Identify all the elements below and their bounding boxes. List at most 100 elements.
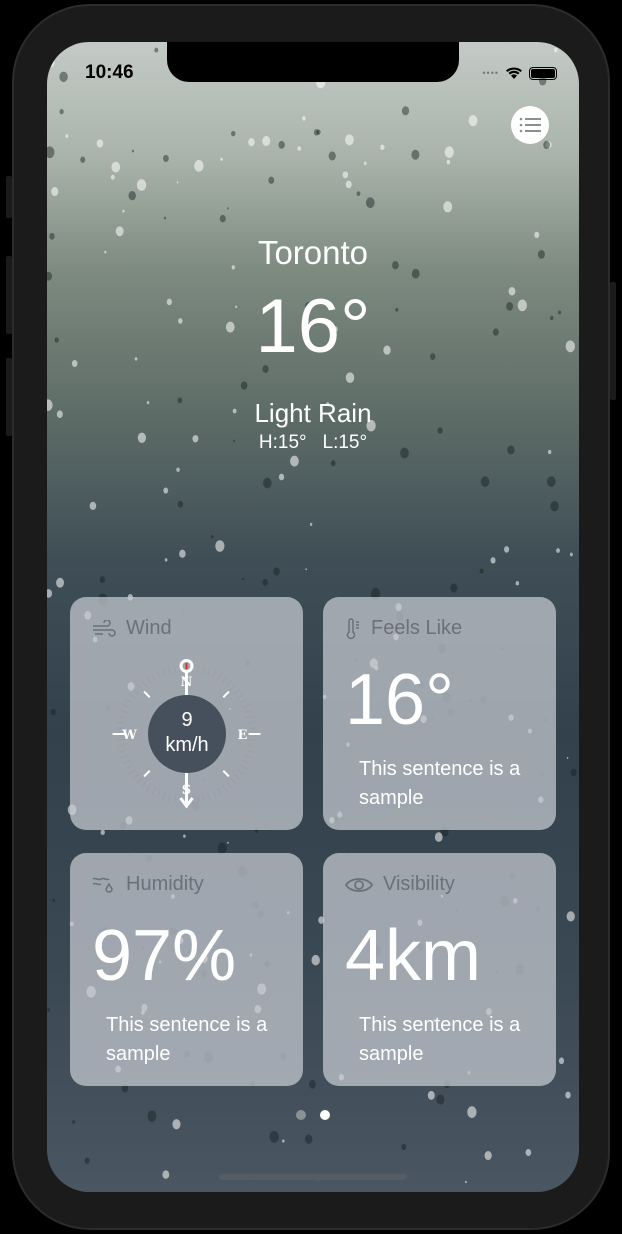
compass-tick	[212, 670, 217, 679]
compass-tick	[173, 794, 177, 804]
raindrop	[162, 1170, 170, 1179]
home-indicator[interactable]	[219, 1174, 407, 1180]
raindrop	[215, 540, 225, 552]
compass-tick	[156, 670, 161, 679]
raindrop	[345, 372, 355, 383]
compass-major-tick	[222, 770, 230, 778]
compass-tick	[202, 793, 206, 802]
compass-tick	[207, 792, 211, 800]
raindrop	[464, 1180, 467, 1184]
raindrop	[569, 552, 573, 557]
compass-tick	[239, 764, 248, 770]
compass-major-tick	[143, 690, 151, 698]
raindrop	[131, 149, 134, 153]
compass-tick	[128, 769, 136, 775]
low-temp: L:15°	[322, 432, 368, 453]
compass-tick	[122, 703, 131, 709]
wifi-icon	[506, 67, 522, 79]
compass-tick	[229, 684, 237, 691]
raindrop	[227, 841, 229, 844]
raindrop	[110, 174, 115, 180]
feels-like-description: This sentence is a sample	[359, 758, 521, 809]
raindrop	[177, 500, 184, 508]
visibility-value: 4km	[345, 916, 482, 996]
raindrop	[128, 190, 136, 201]
compass-tick	[173, 664, 177, 674]
compass-tick	[248, 738, 257, 741]
compass-tick	[217, 787, 222, 795]
weather-screen: 10:46 •••• Toronto 16° Light Rain H:15° …	[47, 42, 579, 1192]
humidity-description: This sentence is a sample	[106, 1014, 268, 1065]
compass-tick	[221, 676, 228, 684]
raindrop	[176, 181, 179, 184]
visibility-description: This sentence is a sample	[359, 1014, 521, 1065]
raindrop	[99, 576, 106, 583]
feels-like-card[interactable]: Feels Like 16° This sentence is a sample	[323, 597, 556, 830]
raindrop	[328, 151, 336, 161]
high-low: H:15° L:15°	[47, 432, 579, 454]
compass-tick	[117, 744, 126, 747]
compass-tick	[120, 709, 129, 714]
raindrop	[380, 144, 385, 150]
compass-tick	[244, 754, 253, 759]
thermometer-icon	[346, 617, 359, 639]
page-dot-2[interactable]	[320, 1110, 330, 1120]
raindrop	[450, 583, 458, 593]
raindrop	[468, 115, 478, 127]
wind-card[interactable]: Wind NESW 9 km/h	[70, 597, 303, 830]
raindrop	[434, 832, 443, 842]
volume-down-button	[6, 358, 12, 436]
raindrop	[51, 186, 59, 197]
list-icon	[519, 117, 541, 133]
raindrop	[278, 140, 285, 149]
list-menu-button[interactable]	[511, 106, 549, 144]
compass-tick	[145, 784, 152, 792]
compass-tick	[207, 668, 211, 676]
compass-tick	[242, 759, 251, 765]
visibility-card[interactable]: Visibility 4km This sentence is a sample	[323, 853, 556, 1086]
compass-tick	[246, 715, 255, 719]
raindrop	[269, 1130, 279, 1143]
wind-unit: km/h	[165, 734, 209, 756]
compass-tick	[162, 792, 166, 800]
compass-tick	[151, 787, 156, 795]
current-temperature: 16°	[255, 284, 371, 369]
raindrop	[47, 271, 53, 281]
compass-tick	[141, 680, 148, 687]
raindrop	[515, 581, 520, 586]
compass-tick	[217, 673, 222, 681]
battery-icon	[529, 66, 557, 80]
compass-tick	[212, 789, 217, 798]
compass-major-tick	[143, 770, 151, 778]
raindrop	[342, 171, 349, 179]
raindrop	[136, 179, 147, 191]
raindrop	[278, 473, 285, 481]
raindrop	[263, 477, 272, 489]
raindrop	[446, 159, 451, 165]
raindrop	[268, 176, 275, 184]
raindrop	[210, 535, 214, 539]
raindrop	[556, 548, 560, 553]
raindrop	[96, 139, 104, 148]
raindrop	[163, 216, 167, 220]
page-dot-1[interactable]	[296, 1110, 306, 1120]
raindrop	[401, 1143, 407, 1151]
raindrop	[363, 161, 367, 166]
compass-tick	[125, 698, 134, 704]
compass-tick	[167, 666, 171, 675]
humidity-value: 97%	[92, 916, 237, 996]
raindrop	[80, 156, 86, 163]
raindrop	[194, 160, 204, 172]
humidity-card[interactable]: Humidity 97% This sentence is a sample	[70, 853, 303, 1086]
raindrop	[480, 476, 490, 487]
raindrop	[47, 589, 53, 598]
humidity-icon	[92, 877, 113, 893]
raindrop	[546, 476, 556, 488]
raindrop	[164, 558, 168, 562]
raindrop	[262, 136, 271, 147]
page-indicator[interactable]	[47, 1110, 579, 1120]
raindrop	[553, 47, 558, 53]
raindrop	[84, 1157, 90, 1164]
raindrop	[411, 149, 420, 160]
card-title: Feels Like	[371, 617, 463, 639]
